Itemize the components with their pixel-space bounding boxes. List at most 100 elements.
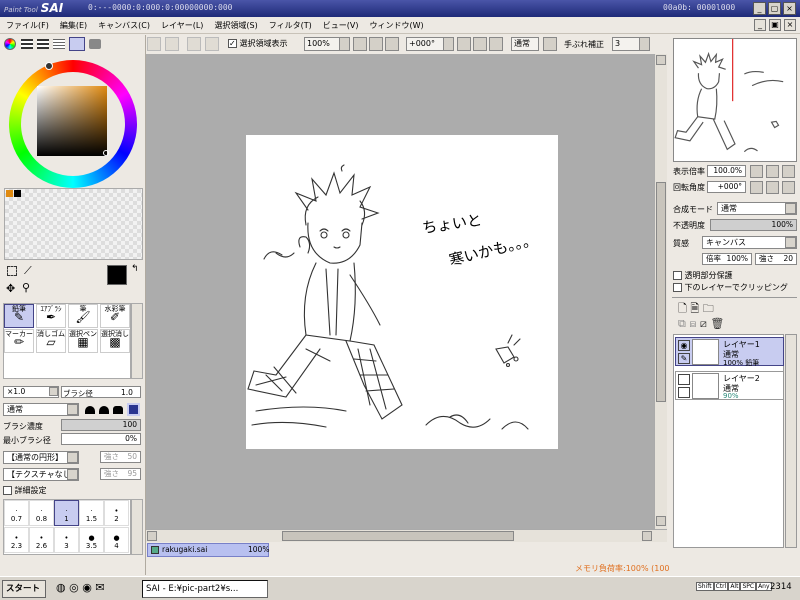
swatch-palette[interactable] [4, 188, 143, 260]
menu-filter[interactable]: フィルタ(T) [263, 17, 317, 31]
texture-dropdown-icon[interactable] [67, 469, 78, 480]
merge-down-icon[interactable]: ⧈ [689, 317, 696, 330]
hard-edge-icon[interactable] [113, 406, 123, 414]
size-0.7[interactable]: · 0.7 [4, 500, 29, 526]
shape-strength-field[interactable]: 強さ 50 [100, 451, 141, 463]
rotate-reset-icon[interactable] [489, 37, 503, 51]
media-icon[interactable]: ◉ [82, 581, 92, 594]
medium-edge-icon[interactable] [99, 406, 109, 414]
mixer-icon[interactable] [53, 39, 65, 49]
menu-view[interactable]: ビュー(V) [317, 17, 364, 31]
size-2[interactable]: • 2 [104, 500, 129, 526]
select-eraser-tool[interactable]: 選択消し ▩ [100, 329, 130, 353]
density-slider[interactable]: 100 [61, 419, 141, 431]
doc-minimize-icon[interactable]: _ [754, 19, 766, 31]
task-sai-button[interactable]: SAI - E:¥pic-part2¥s... [142, 580, 268, 598]
navigator-preview[interactable] [673, 38, 797, 162]
swatch-orange[interactable] [6, 190, 13, 197]
zoom-out-icon[interactable] [353, 37, 367, 51]
size-grid-scrollbar[interactable] [131, 499, 143, 555]
scroll-right-icon[interactable] [642, 531, 652, 541]
size-0.8[interactable]: · 0.8 [29, 500, 54, 526]
lock-icon[interactable] [678, 387, 690, 398]
size-3[interactable]: • 3 [54, 527, 79, 553]
vertical-scrollbar[interactable] [654, 54, 667, 529]
ie-icon[interactable]: ◍ [56, 581, 66, 594]
swap-colors-icon[interactable]: ↰ [131, 264, 139, 274]
texture-scale-field[interactable]: 倍率 100% [702, 253, 752, 265]
nav-rotate-reset-icon[interactable] [782, 181, 795, 194]
clipping-group[interactable]: 下のレイヤーでクリッピング [673, 282, 788, 293]
rotation-dropdown-icon[interactable] [443, 37, 454, 51]
horizontal-scrollbar[interactable] [146, 529, 667, 542]
vertical-scroll-thumb[interactable] [656, 182, 666, 402]
rotate-right-icon[interactable] [473, 37, 487, 51]
invert-selection-icon[interactable] [205, 37, 219, 51]
move-icon[interactable]: ✥ [6, 282, 15, 295]
tool-scrollbar[interactable] [131, 303, 143, 379]
clear-layer-icon[interactable]: ⧄ [700, 317, 707, 330]
zoom-icon[interactable]: ⚲ [22, 281, 30, 294]
doc-restore-icon[interactable]: ▣ [769, 19, 781, 31]
menu-layer[interactable]: レイヤー(L) [155, 17, 208, 31]
saturation-value-square[interactable] [37, 86, 107, 156]
nav-angle-field[interactable]: +000° [707, 181, 746, 193]
scroll-left-icon[interactable] [147, 531, 157, 541]
nav-rotate-right-icon[interactable] [766, 181, 779, 194]
brush-mode-dropdown-icon[interactable] [67, 404, 78, 415]
color-wheel-mode-icon[interactable] [4, 38, 16, 50]
new-folder-icon[interactable]: 🗀 [703, 302, 714, 315]
nav-rotate-left-icon[interactable] [750, 181, 763, 194]
size-1[interactable]: · 1 [54, 500, 79, 526]
visibility-eye-icon[interactable] [678, 374, 690, 385]
size-2.6[interactable]: • 2.6 [29, 527, 54, 553]
flip-icon[interactable] [543, 37, 557, 51]
color-wheel[interactable] [9, 60, 137, 188]
layer-texture-dropdown-icon[interactable] [785, 237, 796, 248]
brush-shape-dropdown-icon[interactable] [67, 452, 78, 463]
nav-zoom-in-icon[interactable] [766, 165, 779, 178]
document-tab[interactable]: rakugaki.sai 100% [147, 543, 269, 557]
close-icon[interactable]: × [783, 2, 796, 15]
delete-layer-icon[interactable]: 🗑 [710, 317, 724, 330]
nav-zoom-reset-icon[interactable] [782, 165, 795, 178]
menu-canvas[interactable]: キャンバス(C) [92, 17, 155, 31]
menu-selection[interactable]: 選択領域(S) [208, 17, 262, 31]
minimize-icon[interactable]: _ [753, 2, 766, 15]
scratch-pad-icon[interactable] [89, 39, 101, 49]
new-layer-icon[interactable]: 🗋 [678, 302, 687, 315]
swatch-mode-icon[interactable] [69, 37, 85, 51]
hue-marker[interactable] [45, 62, 53, 70]
deselect-icon[interactable] [187, 37, 201, 51]
rect-select-icon[interactable] [7, 266, 17, 276]
brush-tool[interactable]: 筆 🖌 [68, 304, 98, 328]
scroll-up-icon[interactable] [656, 55, 666, 65]
menu-edit[interactable]: 編集(E) [54, 17, 92, 31]
min-size-slider[interactable]: 0% [61, 433, 141, 445]
horizontal-scroll-thumb[interactable] [282, 531, 514, 541]
preserve-opacity-checkbox[interactable] [673, 271, 682, 280]
blend-mode-field[interactable]: 通常 [511, 37, 539, 51]
soft-edge-icon[interactable] [85, 406, 95, 414]
airbrush-tool[interactable]: ｴｱﾌﾞﾗｼ ✒ [36, 304, 66, 328]
zoom-dropdown-icon[interactable] [339, 37, 350, 51]
lasso-icon[interactable]: ⟋ [24, 264, 32, 278]
layer-blend-dropdown-icon[interactable] [785, 203, 796, 214]
stabilizer-dropdown-icon[interactable] [639, 37, 650, 51]
swatch-black[interactable] [14, 190, 21, 197]
drawing-canvas[interactable]: ちょいと 寒いかも。。。 [246, 135, 558, 449]
size-multiplier-dropdown-icon[interactable] [49, 387, 58, 396]
zoom-in-icon[interactable] [369, 37, 383, 51]
rgb-slider-icon[interactable] [21, 39, 33, 49]
explorer-icon[interactable]: ◎ [69, 581, 79, 594]
opacity-slider[interactable]: 100% [710, 219, 797, 231]
new-linework-layer-icon[interactable]: 🗎 [690, 302, 699, 315]
size-1.5[interactable]: · 1.5 [79, 500, 104, 526]
texture-strength-field[interactable]: 強さ 95 [100, 468, 141, 480]
show-selection-toggle[interactable]: ✓ 選択領域表示 [228, 38, 288, 49]
foreground-color[interactable] [107, 265, 127, 285]
nav-zoom-field[interactable]: 100.0% [707, 165, 746, 177]
hsv-slider-icon[interactable] [37, 39, 49, 49]
color-marker[interactable] [103, 150, 109, 156]
layer-item-2[interactable]: レイヤー2 通常 90% [675, 371, 784, 400]
